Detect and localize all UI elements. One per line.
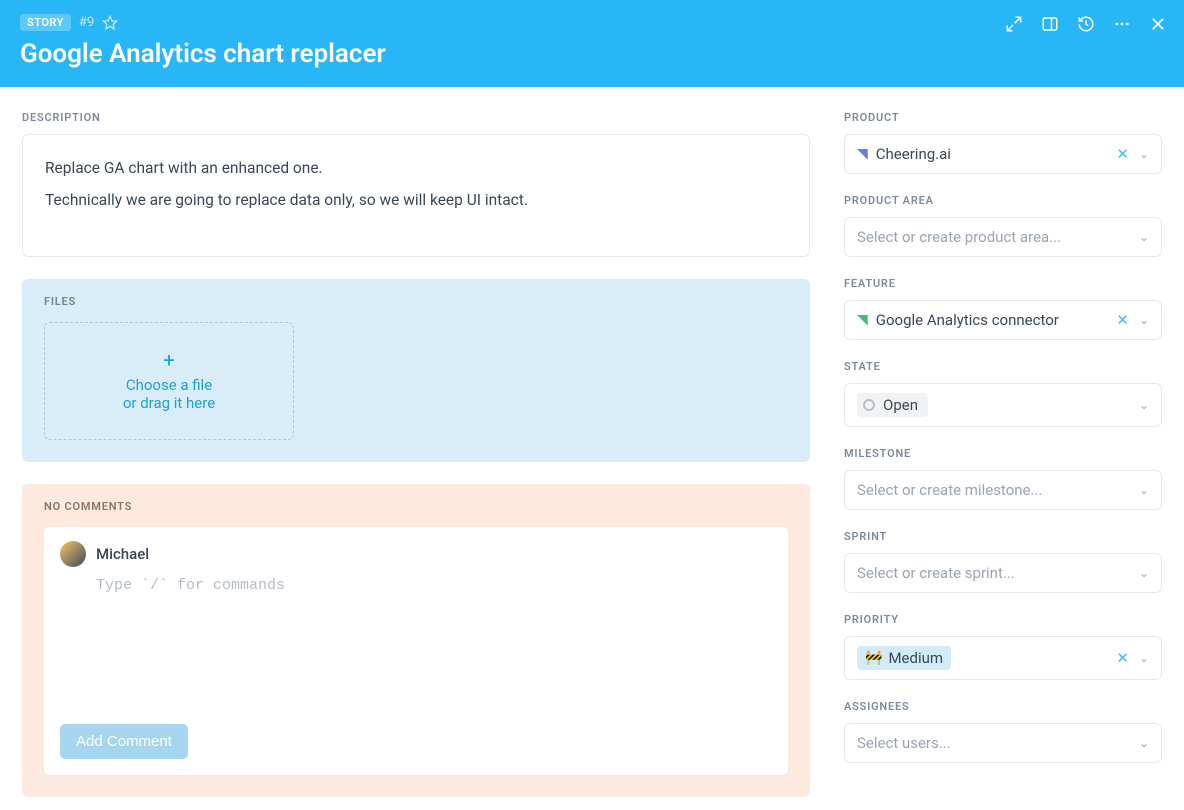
product-area-select[interactable]: Select or create product area... ⌄ <box>844 217 1162 257</box>
milestone-label: MILESTONE <box>844 447 1162 460</box>
state-select[interactable]: Open ⌄ <box>844 383 1162 427</box>
chevron-down-icon: ⌄ <box>1139 313 1149 327</box>
description-line: Technically we are going to replace data… <box>45 187 787 213</box>
assignees-label: ASSIGNEES <box>844 700 1162 713</box>
state-circle-icon <box>863 399 875 411</box>
chevron-down-icon: ⌄ <box>1139 230 1149 244</box>
files-section: FILES + Choose a file or drag it here <box>22 279 810 462</box>
chevron-down-icon: ⌄ <box>1139 736 1149 750</box>
priority-select[interactable]: 🚧 Medium ✕ ⌄ <box>844 636 1162 680</box>
dropzone-text: Choose a file <box>126 376 212 394</box>
plus-icon: + <box>163 350 174 370</box>
header: STORY #9 Google Analytics chart replacer <box>0 0 1184 87</box>
milestone-placeholder: Select or create milestone... <box>857 481 1042 499</box>
description-label: DESCRIPTION <box>22 111 810 124</box>
comment-author: Michael <box>96 545 149 563</box>
file-dropzone[interactable]: + Choose a file or drag it here <box>44 322 294 440</box>
story-badge: STORY <box>20 14 71 31</box>
barrier-icon: 🚧 <box>865 650 882 666</box>
chevron-down-icon: ⌄ <box>1139 147 1149 161</box>
dropzone-text: or drag it here <box>123 394 215 412</box>
feature-select[interactable]: ◥ Google Analytics connector ✕ ⌄ <box>844 300 1162 340</box>
comment-editor: Michael Add Comment <box>44 527 788 775</box>
description-box[interactable]: Replace GA chart with an enhanced one. T… <box>22 134 810 257</box>
add-comment-button[interactable]: Add Comment <box>60 724 188 759</box>
chevron-down-icon: ⌄ <box>1139 398 1149 412</box>
avatar <box>60 541 86 567</box>
story-id: #9 <box>79 15 94 30</box>
feature-label: FEATURE <box>844 277 1162 290</box>
priority-value: Medium <box>888 649 943 667</box>
sprint-label: SPRINT <box>844 530 1162 543</box>
state-label: STATE <box>844 360 1162 373</box>
state-value: Open <box>883 396 918 414</box>
product-area-label: PRODUCT AREA <box>844 194 1162 207</box>
files-label: FILES <box>44 295 788 308</box>
clear-icon[interactable]: ✕ <box>1116 311 1129 329</box>
close-icon[interactable] <box>1148 14 1168 34</box>
product-label: PRODUCT <box>844 111 1162 124</box>
description-line: Replace GA chart with an enhanced one. <box>45 155 787 181</box>
sprint-placeholder: Select or create sprint... <box>857 564 1015 582</box>
chevron-down-icon: ⌄ <box>1139 483 1149 497</box>
product-value: Cheering.ai <box>876 145 951 163</box>
milestone-select[interactable]: Select or create milestone... ⌄ <box>844 470 1162 510</box>
product-select[interactable]: ◥ Cheering.ai ✕ ⌄ <box>844 134 1162 174</box>
assignees-placeholder: Select users... <box>857 734 951 752</box>
feature-value: Google Analytics connector <box>876 311 1059 329</box>
history-icon[interactable] <box>1076 14 1096 34</box>
clear-icon[interactable]: ✕ <box>1116 145 1129 163</box>
star-icon[interactable] <box>102 15 118 31</box>
panel-icon[interactable] <box>1040 14 1060 34</box>
sprint-select[interactable]: Select or create sprint... ⌄ <box>844 553 1162 593</box>
comments-section: NO COMMENTS Michael Add Comment <box>22 484 810 797</box>
assignees-select[interactable]: Select users... ⌄ <box>844 723 1162 763</box>
expand-icon[interactable] <box>1004 14 1024 34</box>
flag-icon: ◥ <box>857 312 868 328</box>
chevron-down-icon: ⌄ <box>1139 566 1149 580</box>
comment-input[interactable] <box>96 577 772 714</box>
chevron-down-icon: ⌄ <box>1139 651 1149 665</box>
product-area-placeholder: Select or create product area... <box>857 228 1061 246</box>
priority-label: PRIORITY <box>844 613 1162 626</box>
clear-icon[interactable]: ✕ <box>1116 649 1129 667</box>
more-icon[interactable] <box>1112 14 1132 34</box>
flag-icon: ◥ <box>857 146 868 162</box>
page-title: Google Analytics chart replacer <box>20 39 1164 69</box>
comments-label: NO COMMENTS <box>44 500 788 513</box>
